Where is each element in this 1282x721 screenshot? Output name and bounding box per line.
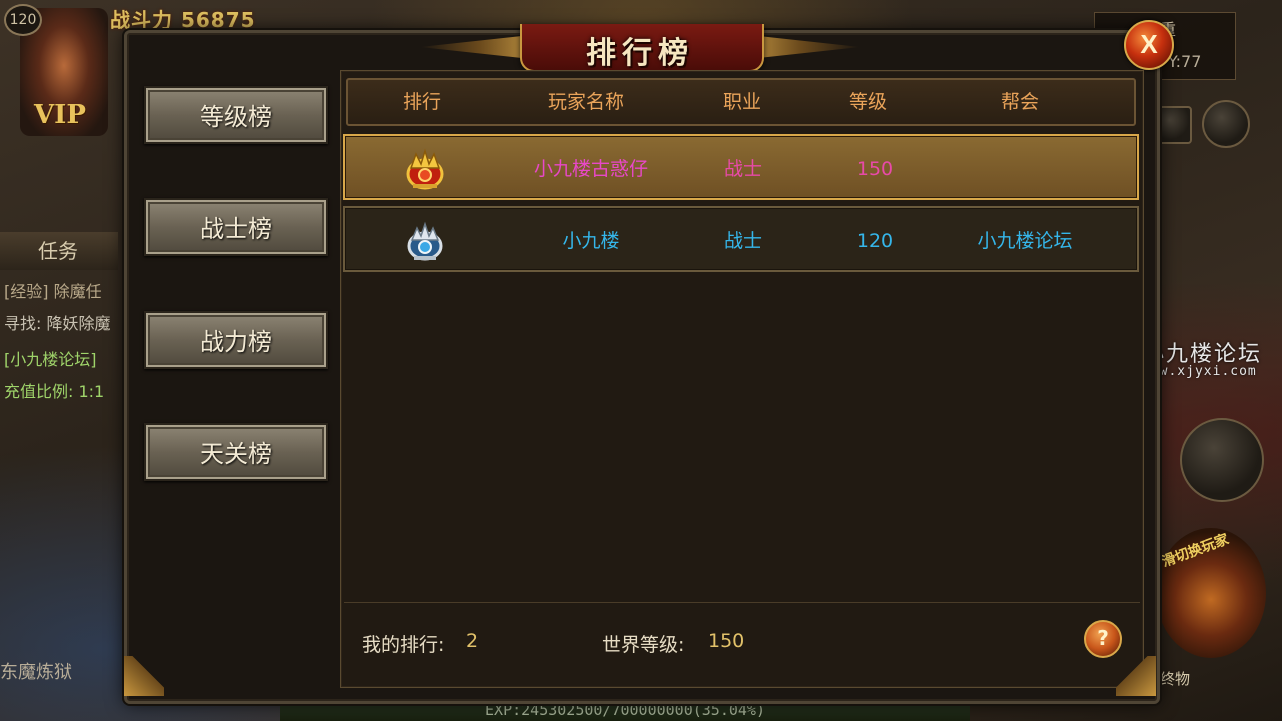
- column-header-level: 等级: [848, 91, 887, 113]
- player-level-badge: 120: [4, 4, 42, 36]
- column-header-rank: 排行: [402, 91, 441, 113]
- tab-power-rank[interactable]: 战力榜: [144, 311, 328, 369]
- my-rank-value: 2: [466, 630, 479, 652]
- help-button[interactable]: ?: [1084, 620, 1122, 658]
- title-banner: 排行榜: [420, 24, 860, 74]
- map-name-label: 东魔炼狱: [0, 662, 72, 683]
- player-guild: 小九楼论坛: [977, 230, 1073, 252]
- coordinate-readout: Y:77: [1168, 52, 1202, 71]
- footer-divider: [344, 602, 1140, 603]
- object-label: 终物: [1160, 670, 1191, 688]
- player-name: 小九楼: [562, 230, 620, 252]
- combat-power-text: 战斗力 56875: [110, 8, 256, 32]
- table-row[interactable]: 小九楼 战士 120 小九楼论坛: [343, 206, 1139, 272]
- my-rank-label: 我的排行:: [362, 634, 445, 656]
- close-button[interactable]: X: [1124, 20, 1174, 70]
- gear-icon[interactable]: [1202, 100, 1250, 148]
- task-line: 充值比例: 1:1: [4, 382, 105, 401]
- column-header-guild: 帮会: [1000, 91, 1039, 113]
- corner-ornament: [1116, 656, 1156, 696]
- player-guild: [945, 136, 1105, 202]
- tab-level-rank[interactable]: 等级榜: [144, 86, 328, 144]
- column-header-player-name: 玩家名称: [547, 91, 624, 113]
- world-level-label: 世界等级:: [602, 634, 685, 656]
- table-row[interactable]: 小九楼古惑仔 战士 150: [343, 134, 1139, 200]
- corner-ornament: [124, 656, 164, 696]
- tab-warrior-rank[interactable]: 战士榜: [144, 198, 328, 256]
- tab-tower-rank[interactable]: 天关榜: [144, 423, 328, 481]
- player-level: 150: [856, 158, 894, 180]
- task-line[interactable]: 寻找: 降妖除魔: [4, 310, 110, 334]
- world-level-value: 150: [708, 630, 745, 652]
- silver-crown-icon: [407, 221, 443, 261]
- player-name: 小九楼古惑仔: [533, 158, 648, 180]
- task-tab[interactable]: 任务: [0, 232, 118, 270]
- attack-button[interactable]: [1180, 418, 1264, 502]
- player-level: 120: [856, 230, 894, 252]
- task-line[interactable]: [小九楼论坛]: [4, 346, 97, 370]
- vip-badge[interactable]: VIP: [34, 100, 86, 130]
- task-line[interactable]: [经验] 除魔任: [4, 278, 102, 302]
- panel-title: 排行榜: [586, 36, 694, 71]
- gold-crown-icon: [406, 148, 444, 190]
- column-header-class: 职业: [722, 91, 761, 113]
